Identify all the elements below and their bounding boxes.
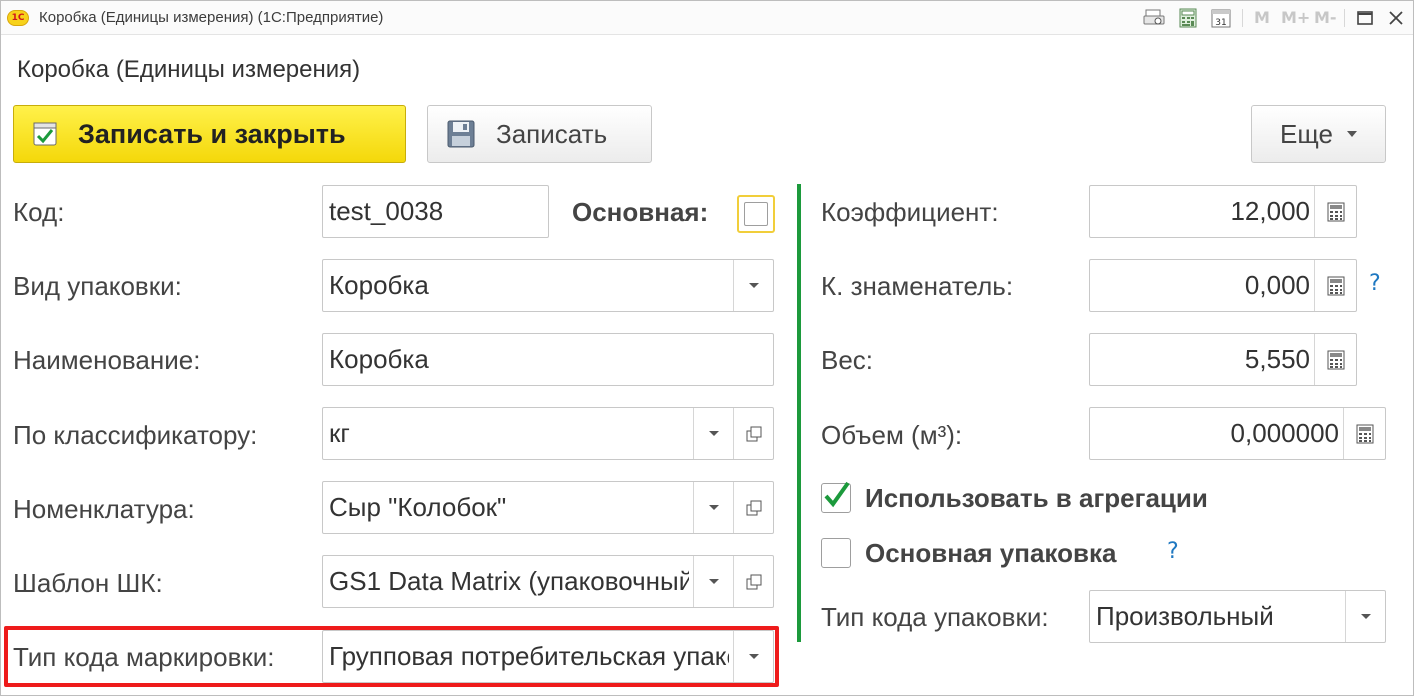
code-input[interactable]: test_0038	[322, 185, 549, 238]
nomenclature-open-button[interactable]	[733, 482, 773, 533]
pack-type-select[interactable]: Коробка	[322, 259, 774, 312]
open-form-icon	[746, 574, 761, 589]
classifier-label: По классификатору:	[13, 420, 258, 450]
pack-code-type-value: Произвольный	[1096, 601, 1274, 631]
chevron-down-icon	[708, 505, 719, 510]
title-bar: 1C Коробка (Единицы измерения) (1С:Предп…	[1, 1, 1413, 35]
save-and-close-button[interactable]: Записать и закрыть	[13, 105, 406, 163]
print-preview-icon[interactable]	[1143, 8, 1165, 28]
calculator-icon	[1327, 276, 1344, 295]
coefficient-calculator-button[interactable]	[1314, 186, 1356, 237]
main-pack-label: Основная упаковка	[865, 538, 1117, 568]
memory-subtract-button[interactable]: M-	[1314, 8, 1337, 27]
save-label: Записать	[496, 118, 608, 149]
weight-calculator-button[interactable]	[1314, 334, 1356, 385]
name-input[interactable]: Коробка	[322, 333, 774, 386]
barcode-template-dropdown-button[interactable]	[693, 556, 733, 607]
form-window: 1C Коробка (Единицы измерения) (1С:Предп…	[0, 0, 1414, 696]
form-title: Коробка (Единицы измерения)	[17, 56, 361, 83]
weight-value: 5,550	[1244, 344, 1310, 374]
save-and-close-icon	[33, 122, 57, 146]
checkmark-icon	[824, 481, 850, 508]
calculator-icon	[1327, 202, 1344, 221]
calendar-icon[interactable]: 31	[1211, 8, 1231, 28]
maximize-icon[interactable]	[1355, 8, 1375, 28]
main-checkbox[interactable]	[737, 195, 775, 233]
name-label: Наименование:	[13, 345, 201, 375]
pack-type-value: Коробка	[329, 270, 429, 300]
volume-label: Объем (м³):	[821, 420, 963, 450]
toolbar-separator	[1344, 9, 1345, 27]
coefficient-input[interactable]: 12,000	[1089, 185, 1357, 238]
denominator-help-icon[interactable]: ?	[1369, 271, 1381, 296]
calculator-icon	[1327, 350, 1344, 369]
memory-button[interactable]: M	[1254, 8, 1270, 27]
classifier-dropdown-button[interactable]	[693, 408, 733, 459]
barcode-template-select[interactable]: GS1 Data Matrix (упаковочный)	[322, 555, 774, 608]
pack-code-type-dropdown-button[interactable]	[1345, 591, 1385, 642]
code-value: test_0038	[329, 196, 444, 226]
save-and-close-label: Записать и закрыть	[78, 118, 346, 149]
chevron-down-icon	[748, 283, 759, 288]
use-aggregation-label: Использовать в агрегации	[865, 483, 1208, 513]
open-form-icon	[746, 426, 761, 441]
pack-code-type-label: Тип кода упаковки:	[821, 602, 1049, 632]
weight-input[interactable]: 5,550	[1089, 333, 1357, 386]
nomenclature-value: Сыр "Колобок"	[329, 492, 507, 522]
toolbar-separator	[1242, 9, 1243, 27]
chevron-down-icon	[1360, 614, 1371, 619]
more-button[interactable]: Еще	[1251, 105, 1386, 163]
volume-calculator-button[interactable]	[1343, 408, 1385, 459]
weight-label: Вес:	[821, 345, 874, 375]
main-label: Основная:	[572, 197, 709, 227]
coefficient-label: Коэффициент:	[821, 197, 999, 227]
denominator-input[interactable]: 0,000	[1089, 259, 1357, 312]
barcode-template-label: Шаблон ШК:	[13, 568, 163, 598]
name-value: Коробка	[329, 344, 429, 374]
volume-value: 0,000000	[1230, 418, 1339, 448]
code-label: Код:	[13, 197, 65, 227]
column-divider	[797, 184, 801, 642]
marking-code-type-highlight	[4, 626, 779, 687]
close-icon[interactable]	[1386, 8, 1406, 28]
use-aggregation-checkbox[interactable]	[821, 481, 851, 513]
denominator-value: 0,000	[1244, 270, 1310, 300]
classifier-value: кг	[329, 418, 350, 448]
volume-input[interactable]: 0,000000	[1089, 407, 1386, 460]
chevron-down-icon	[708, 431, 719, 436]
denominator-calculator-button[interactable]	[1314, 260, 1356, 311]
coefficient-value: 12,000	[1230, 196, 1310, 226]
calendar-day: 31	[1215, 18, 1226, 28]
app-logo-icon: 1C	[7, 10, 29, 26]
main-pack-help-icon[interactable]: ?	[1167, 539, 1179, 564]
nomenclature-label: Номенклатура:	[13, 494, 195, 524]
nomenclature-dropdown-button[interactable]	[693, 482, 733, 533]
nomenclature-select[interactable]: Сыр "Колобок"	[322, 481, 774, 534]
calculator-icon	[1356, 424, 1373, 443]
open-form-icon	[746, 500, 761, 515]
main-pack-checkbox[interactable]	[821, 538, 851, 568]
classifier-select[interactable]: кг	[322, 407, 774, 460]
pack-type-dropdown-button[interactable]	[733, 260, 773, 311]
pack-type-label: Вид упаковки:	[13, 271, 182, 301]
window-title: Коробка (Единицы измерения) (1С:Предприя…	[39, 9, 384, 26]
save-button[interactable]: Записать	[427, 105, 652, 163]
chevron-down-icon	[1346, 131, 1357, 137]
chevron-down-icon	[708, 579, 719, 584]
floppy-disk-icon	[447, 120, 475, 148]
more-label: Еще	[1280, 118, 1333, 149]
denominator-label: К. знаменатель:	[821, 271, 1014, 301]
pack-code-type-select[interactable]: Произвольный	[1089, 590, 1386, 643]
calculator-icon[interactable]	[1178, 8, 1198, 28]
barcode-template-open-button[interactable]	[733, 556, 773, 607]
memory-add-button[interactable]: M+	[1281, 8, 1310, 27]
barcode-template-value: GS1 Data Matrix (упаковочный)	[329, 566, 689, 596]
classifier-open-button[interactable]	[733, 408, 773, 459]
